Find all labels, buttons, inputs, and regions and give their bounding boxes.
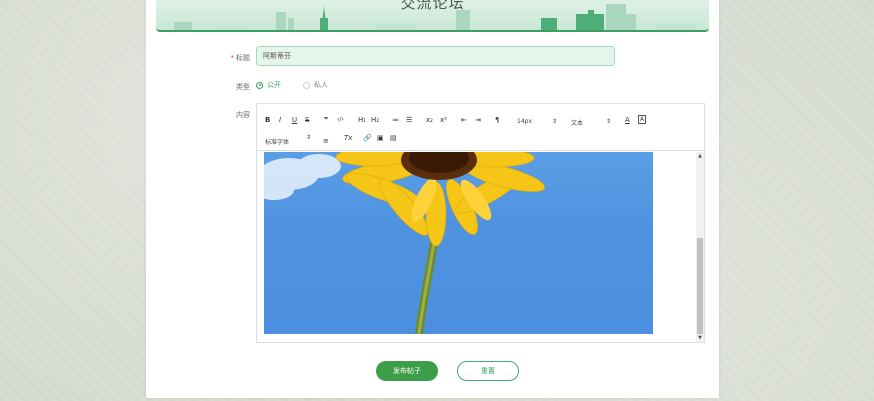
font-family-select[interactable]: 标准字体 ⇕ (265, 134, 311, 146)
sunflower-image (264, 152, 653, 334)
type-label: 类型 (236, 83, 250, 91)
select-arrows-icon: ⇕ (605, 118, 611, 125)
superscript-button[interactable]: x² (440, 115, 447, 125)
title-label: * 标题 (230, 54, 251, 62)
ordered-list-button[interactable]: ≔ (392, 115, 399, 125)
quote-button[interactable]: ❞ (324, 115, 328, 125)
rich-text-editor: B I U S ❞ ‹/› H₁ H₂ ≔ ☰ x₂ x² ⇤ ⇥ ¶ 14px… (256, 103, 705, 343)
required-mark: * (230, 54, 235, 62)
underline-button[interactable]: U (292, 115, 297, 125)
scroll-down-icon[interactable]: ▼ (696, 335, 704, 341)
image-button[interactable]: ▣ (377, 133, 384, 143)
bullet-list-button[interactable]: ☰ (406, 115, 412, 125)
editor-scrollbar[interactable]: ▲ ▼ (696, 152, 704, 342)
font-size-select[interactable]: 14px ⇕ (517, 118, 557, 125)
bold-button[interactable]: B (265, 115, 270, 125)
outdent-button[interactable]: ⇤ (461, 115, 467, 125)
title-input[interactable] (256, 46, 615, 66)
h2-button[interactable]: H₂ (371, 115, 379, 125)
indent-button[interactable]: ⇥ (475, 115, 481, 125)
align-button[interactable]: ≡ (323, 136, 329, 146)
content-label: 内容 (236, 111, 250, 119)
type-radio-group: 公开 私人 (256, 80, 328, 90)
scroll-up-icon[interactable]: ▲ (696, 153, 704, 159)
italic-button[interactable]: I (279, 115, 281, 125)
radio-public[interactable]: 公开 (256, 80, 281, 90)
forum-banner: 交流论坛 (156, 0, 709, 32)
radio-dot-icon (303, 81, 310, 89)
direction-button[interactable]: ¶ (495, 115, 499, 125)
editor-toolbar: B I U S ❞ ‹/› H₁ H₂ ≔ ☰ x₂ x² ⇤ ⇥ ¶ 14px… (257, 104, 704, 151)
background-color-button[interactable]: A (638, 115, 647, 124)
select-arrows-icon: ⇕ (551, 118, 557, 125)
scroll-thumb[interactable] (697, 238, 703, 334)
editor-content-area[interactable]: ▲ ▼ (257, 152, 704, 342)
radio-dot-icon (256, 81, 263, 89)
font-color-button[interactable]: A (625, 115, 630, 125)
submit-post-button[interactable]: 发布帖子 (376, 361, 438, 381)
clear-format-button[interactable]: Tx (344, 133, 352, 143)
block-format-select[interactable]: 文本 ⇕ (571, 118, 611, 127)
reset-button[interactable]: 重置 (457, 361, 519, 381)
code-button[interactable]: ‹/› (337, 115, 344, 125)
select-arrows-icon: ⇕ (305, 134, 311, 141)
sunflower-icon (264, 152, 545, 334)
strike-button[interactable]: S (305, 115, 309, 125)
radio-private[interactable]: 私人 (303, 80, 328, 90)
forum-post-form-card: 交流论坛 *标题 类型 公开 私人 内容 B I U S ❞ ‹/› H₁ H₂… (146, 0, 719, 398)
video-button[interactable]: ▤ (390, 133, 397, 143)
forum-title: 交流论坛 (400, 0, 465, 12)
subscript-button[interactable]: x₂ (426, 115, 433, 125)
h1-button[interactable]: H₁ (358, 115, 366, 125)
link-button[interactable]: 🔗 (363, 133, 372, 143)
